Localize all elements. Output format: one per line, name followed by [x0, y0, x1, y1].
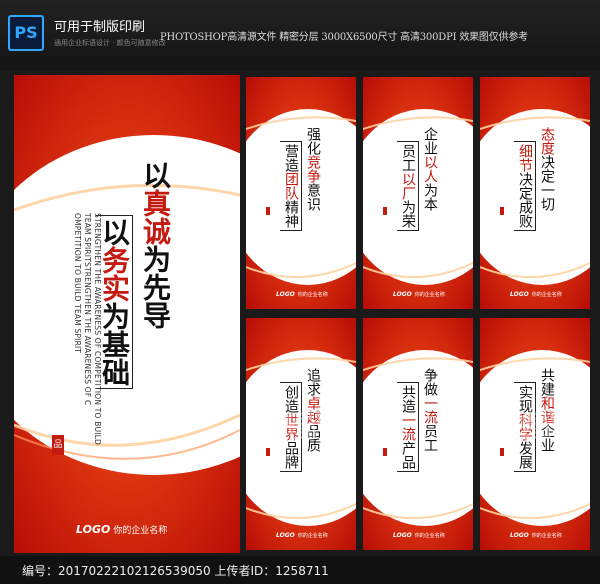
- seal-stamp: [383, 207, 387, 215]
- slogan-panel-2: 企业以人为本 员工以厂为荣 LOGO 你的企业名称: [363, 77, 473, 309]
- panel-logo: LOGO 你的企业名称: [276, 532, 328, 539]
- header-banner: PS 可用于制版印刷 通用企业标语设计 · 颜色可随意修改 PHOTOSHOP高…: [0, 0, 600, 70]
- main-english-text: STRENGTHEN THE AWARENESS OF COMPETITION …: [73, 213, 102, 446]
- footer-bar: 编号：20170222102126539050 上传者ID：1258711: [0, 556, 600, 584]
- panel-logo: LOGO 你的企业名称: [510, 532, 562, 539]
- seal-stamp: [266, 207, 270, 215]
- footer-id-text: 编号：20170222102126539050 上传者ID：1258711: [22, 564, 329, 578]
- slogan-line-2: 细节决定成败: [514, 141, 536, 231]
- seal-stamp: 品: [52, 435, 64, 455]
- slogan-line-2: 营造团队精神: [280, 141, 302, 231]
- main-poster-panel: 以真诚为先导 以务实为基础 STRENGTHEN THE AWARENESS O…: [14, 75, 240, 553]
- seal-stamp: [383, 448, 387, 456]
- panel-logo: LOGO 你的企业名称: [510, 291, 562, 298]
- slogan-line-1: 强化竞争意识: [305, 127, 321, 211]
- header-subtitle: 通用企业标语设计 · 颜色可随意修改: [54, 39, 166, 47]
- panel-logo: LOGO 你的企业名称: [393, 291, 445, 298]
- panel-logo: LOGO 你的企业名称: [393, 532, 445, 539]
- slogan-line-2: 共造一流产品: [397, 382, 419, 472]
- header-info: PHOTOSHOP高清源文件 精密分层 3000X6500尺寸 高清300DPI…: [160, 32, 528, 43]
- main-logo: LOGO 你的企业名称: [76, 523, 168, 536]
- slogan-line-1: 企业以人为本: [422, 127, 438, 211]
- photoshop-icon: PS: [8, 15, 44, 51]
- slogan-line-2: 员工以厂为荣: [397, 141, 419, 231]
- main-slogan-line1: 以真诚为先导: [139, 161, 172, 329]
- seal-stamp: [500, 207, 504, 215]
- panel-logo: LOGO 你的企业名称: [276, 291, 328, 298]
- slogan-panel-3: 态度决定一切 细节决定成败 LOGO 你的企业名称: [480, 77, 590, 309]
- slogan-line-1: 争做一流员工: [422, 368, 438, 452]
- slogan-line-1: 态度决定一切: [539, 127, 555, 211]
- header-title: 可用于制版印刷: [54, 20, 146, 35]
- slogan-panel-5: 争做一流员工 共造一流产品 LOGO 你的企业名称: [363, 318, 473, 550]
